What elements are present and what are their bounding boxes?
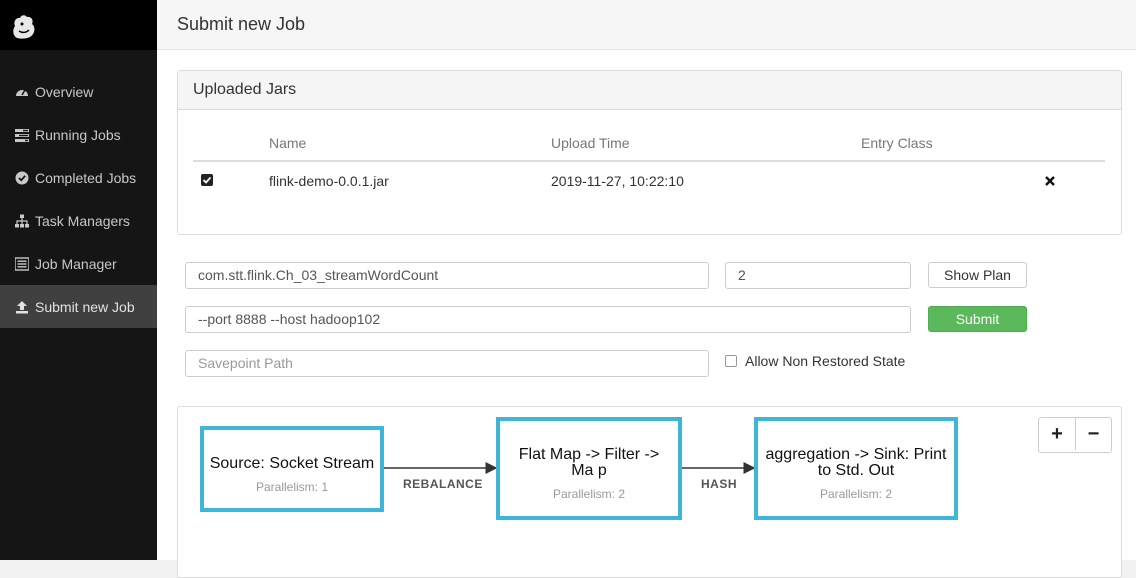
- zoom-controls: + −: [1038, 417, 1112, 453]
- node-parallelism: Parallelism: 1: [255, 480, 329, 494]
- sidebar-item-completed-jobs[interactable]: Completed Jobs: [0, 156, 157, 199]
- zoom-out-button[interactable]: −: [1075, 418, 1111, 450]
- main-content: Uploaded Jars Name Upload Time Entry Cla…: [157, 50, 1136, 578]
- zoom-in-button[interactable]: +: [1039, 418, 1075, 450]
- sidebar-item-task-managers[interactable]: Task Managers: [0, 199, 157, 242]
- column-header-name: Name: [269, 135, 307, 151]
- header: Submit new Job: [157, 0, 1136, 50]
- program-arguments-input[interactable]: --port 8888 --host hadoop102: [185, 306, 911, 333]
- execution-plan-graph[interactable]: Source: Socket Stream Parallelism: 1 REB…: [177, 406, 1122, 578]
- plan-node-flatmap-filter-map[interactable]: Flat Map -> Filter -> Ma p Parallelism: …: [496, 417, 682, 520]
- node-title: aggregation -> Sink: Print to Std. Out: [765, 446, 947, 479]
- sidebar: Overview Running Jobs Completed Jobs Tas…: [0, 0, 157, 560]
- edge-label-hash: HASH: [701, 477, 738, 491]
- checkmark-icon: [202, 176, 212, 184]
- column-header-upload-time: Upload Time: [551, 135, 630, 151]
- savepoint-path-input[interactable]: Savepoint Path: [185, 350, 709, 377]
- edge-label-rebalance: REBALANCE: [403, 477, 483, 491]
- plan-node-aggregation-sink[interactable]: aggregation -> Sink: Print to Std. Out P…: [754, 417, 958, 520]
- flink-logo[interactable]: [0, 0, 157, 50]
- dashboard-icon: [15, 85, 29, 99]
- entry-class-input[interactable]: com.stt.flink.Ch_03_streamWordCount: [185, 262, 709, 289]
- sidebar-item-label: Overview: [35, 83, 94, 100]
- sidebar-item-overview[interactable]: Overview: [0, 70, 157, 113]
- jar-select-checkbox[interactable]: [201, 174, 213, 186]
- show-plan-button[interactable]: Show Plan: [928, 262, 1027, 288]
- panel-title: Uploaded Jars: [178, 71, 1121, 110]
- sidebar-item-label: Running Jobs: [35, 126, 121, 143]
- upload-icon: [15, 300, 29, 314]
- sitemap-icon: [15, 214, 29, 228]
- column-header-entry-class: Entry Class: [861, 135, 933, 151]
- allow-non-restored-checkbox[interactable]: [725, 355, 737, 367]
- plan-node-source[interactable]: Source: Socket Stream Parallelism: 1: [200, 426, 384, 512]
- sidebar-item-job-manager[interactable]: Job Manager: [0, 242, 157, 285]
- sidebar-item-label: Task Managers: [35, 212, 130, 229]
- node-parallelism: Parallelism: 2: [819, 487, 893, 501]
- tasks-icon: [15, 128, 29, 142]
- squirrel-logo-icon: [13, 15, 35, 39]
- node-parallelism: Parallelism: 2: [552, 487, 626, 501]
- allow-non-restored-label[interactable]: Allow Non Restored State: [745, 353, 905, 369]
- page-title: Submit new Job: [177, 14, 306, 34]
- sidebar-item-label: Completed Jobs: [35, 169, 137, 186]
- node-title: Source: Socket Stream: [209, 455, 375, 472]
- node-title: Flat Map -> Filter -> Ma p: [518, 446, 660, 479]
- sidebar-item-label: Submit new Job: [35, 298, 135, 315]
- list-icon: [15, 256, 29, 271]
- uploaded-jars-panel: Uploaded Jars Name Upload Time Entry Cla…: [177, 70, 1122, 235]
- table-header-divider: [193, 160, 1105, 162]
- sidebar-item-running-jobs[interactable]: Running Jobs: [0, 113, 157, 156]
- jar-upload-time-cell: 2019-11-27, 10:22:10: [551, 173, 684, 189]
- sidebar-nav: Overview Running Jobs Completed Jobs Tas…: [0, 70, 157, 328]
- check-circle-icon: [15, 171, 29, 185]
- sidebar-item-label: Job Manager: [35, 255, 117, 272]
- jar-name-cell[interactable]: flink-demo-0.0.1.jar: [269, 173, 389, 189]
- parallelism-input[interactable]: 2: [725, 262, 911, 289]
- delete-jar-icon[interactable]: [1044, 174, 1056, 186]
- sidebar-item-submit-new-job[interactable]: Submit new Job: [0, 285, 157, 328]
- submit-button[interactable]: Submit: [928, 306, 1027, 332]
